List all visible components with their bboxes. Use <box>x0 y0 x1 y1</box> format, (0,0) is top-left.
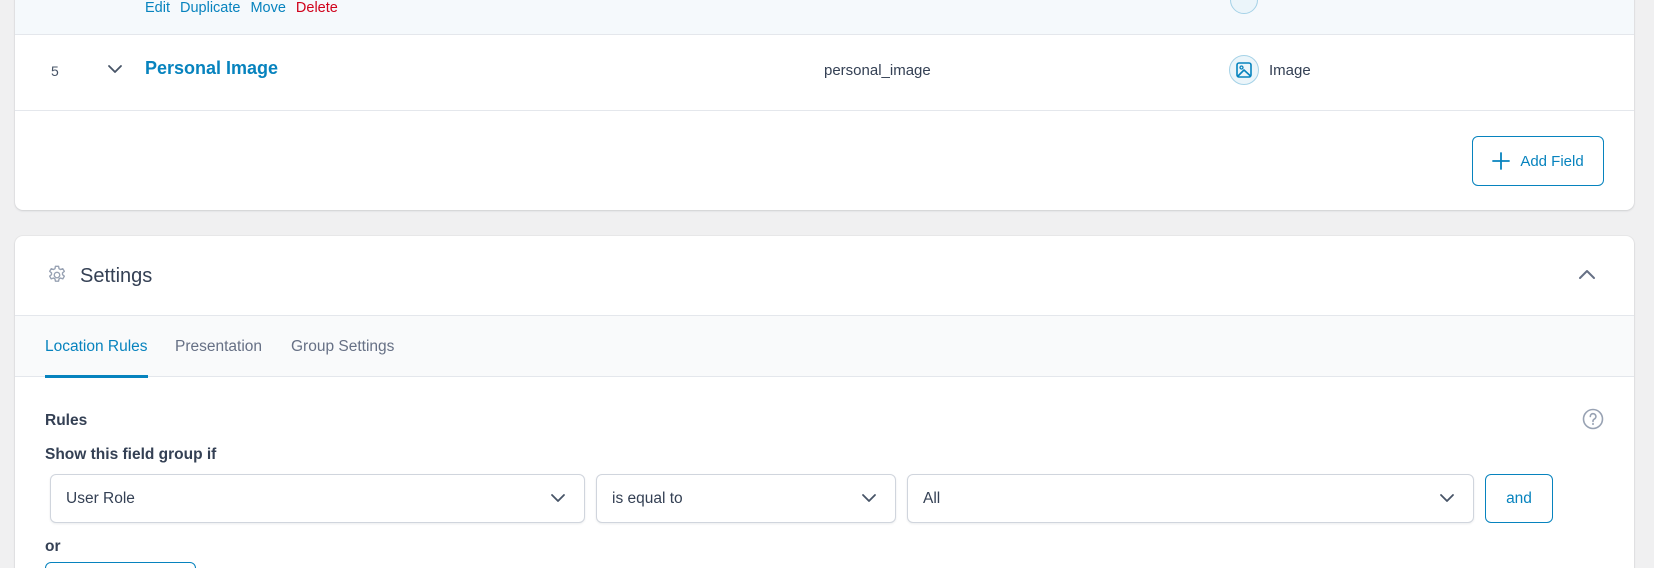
rules-heading: Rules <box>45 412 88 429</box>
settings-panel: Settings Location Rules Presentation Gro… <box>15 236 1634 568</box>
settings-tabs: Location Rules Presentation Group Settin… <box>15 316 1634 378</box>
chevron-down-icon <box>862 494 876 502</box>
field-type-icon <box>1230 0 1258 14</box>
rule-operator-select[interactable]: is equal to <box>596 474 896 523</box>
chevron-down-icon <box>1440 494 1454 502</box>
add-field-label: Add Field <box>1520 152 1584 170</box>
field-row-previous: Edit Duplicate Move Delete <box>15 0 1634 35</box>
plus-icon <box>1492 152 1511 170</box>
tab-location-rules[interactable]: Location Rules <box>45 316 148 378</box>
rule-value-value: All <box>923 490 941 507</box>
gear-icon <box>48 265 66 282</box>
field-row[interactable]: 5 Personal Image personal_image Image <box>15 35 1634 111</box>
field-type-label: Image <box>1269 61 1311 79</box>
duplicate-link[interactable]: Duplicate <box>180 0 240 16</box>
chevron-down-icon[interactable] <box>105 59 125 79</box>
fields-panel: Edit Duplicate Move Delete 5 Personal Im… <box>15 0 1634 210</box>
field-label-link[interactable]: Personal Image <box>145 58 278 79</box>
add-rule-group-button[interactable] <box>45 562 196 568</box>
add-field-button[interactable]: Add Field <box>1472 136 1604 186</box>
chevron-down-icon <box>551 494 565 502</box>
tab-presentation[interactable]: Presentation <box>175 316 262 377</box>
group-condition-heading: Show this field group if <box>45 446 217 463</box>
chevron-up-icon[interactable] <box>1577 266 1597 282</box>
add-and-rule-button[interactable]: and <box>1485 474 1553 523</box>
field-order: 5 <box>51 63 59 79</box>
rule-param-select[interactable]: User Role <box>50 474 585 523</box>
help-icon[interactable] <box>1582 408 1604 430</box>
move-link[interactable]: Move <box>250 0 285 16</box>
image-icon <box>1229 55 1259 85</box>
row-actions: Edit Duplicate Move Delete <box>145 0 338 16</box>
edit-link[interactable]: Edit <box>145 0 170 16</box>
settings-header[interactable]: Settings <box>15 236 1634 316</box>
rule-param-value: User Role <box>66 490 135 507</box>
rule-value-select[interactable]: All <box>907 474 1474 523</box>
delete-link[interactable]: Delete <box>296 0 338 16</box>
or-label: or <box>45 538 61 555</box>
settings-title: Settings <box>80 265 153 287</box>
tab-group-settings[interactable]: Group Settings <box>291 316 394 377</box>
rule-operator-value: is equal to <box>612 490 683 507</box>
field-name: personal_image <box>824 62 931 79</box>
field-type: Image <box>1229 55 1311 85</box>
